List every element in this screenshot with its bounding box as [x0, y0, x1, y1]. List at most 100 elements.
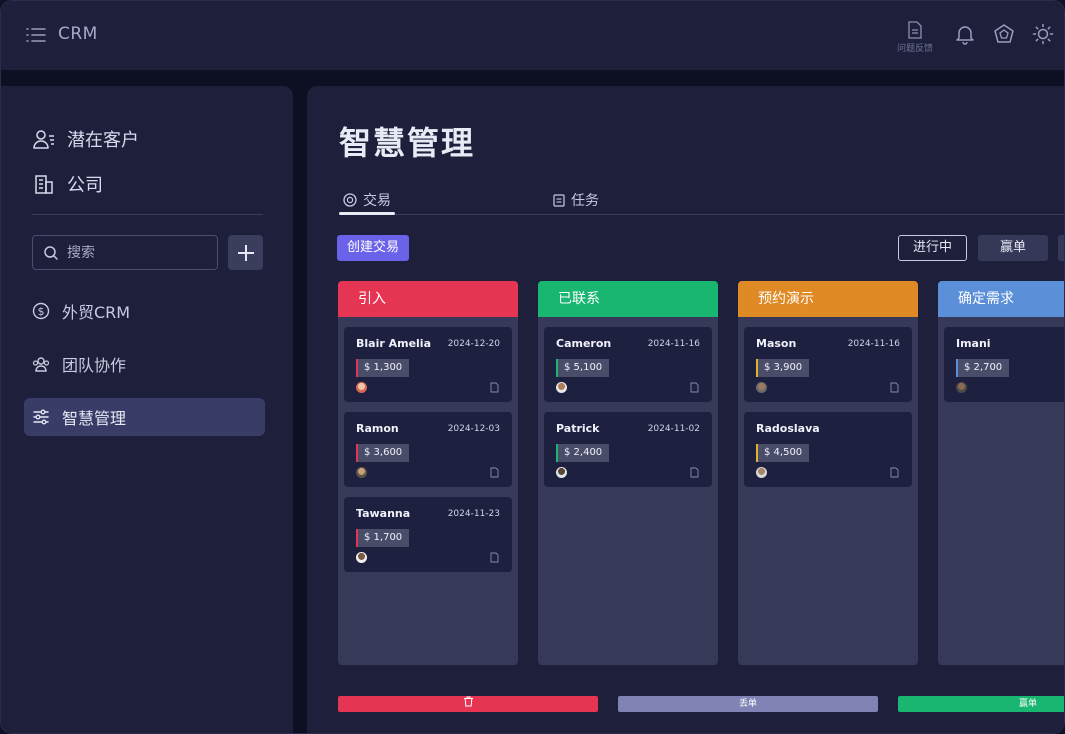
deal-name: Cameron	[556, 337, 612, 350]
feedback-label: 问题反馈	[896, 44, 933, 54]
top-bar: CRM 问题反馈	[1, 1, 1064, 70]
pipeline-column-demo: 预约演示 Mason 2024-11-16 $ 3,900 Radoslava …	[738, 281, 918, 665]
building-icon	[35, 175, 53, 194]
pipeline-column-requirements: 确定需求 Imani 20 $ 2,700	[938, 281, 1064, 665]
drop-zone-delete[interactable]	[338, 696, 598, 712]
sidebar-item-smart-management[interactable]: 智慧管理	[24, 398, 265, 436]
deal-name: Imani	[956, 337, 991, 350]
dollar-circle-icon: $	[32, 302, 50, 320]
page-title: 智慧管理	[339, 124, 476, 162]
tab-label: 交易	[363, 193, 391, 209]
deal-amount: $ 2,700	[956, 359, 1010, 377]
deal-card[interactable]: Radoslava $ 4,500	[744, 412, 912, 487]
deal-date: 2024-11-16	[847, 339, 900, 349]
column-header: 引入	[338, 281, 518, 317]
document-icon[interactable]	[490, 467, 499, 478]
deal-date: 2024-12-03	[447, 424, 500, 434]
create-deal-button[interactable]: 创建交易	[337, 235, 410, 261]
deal-card[interactable]: Blair Amelia 2024-12-20 $ 1,300	[344, 327, 512, 402]
deal-name: Blair Amelia	[356, 337, 432, 350]
column-header: 已联系	[538, 281, 718, 317]
plus-icon	[237, 244, 254, 261]
deal-amount: $ 1,700	[356, 529, 410, 547]
filter-in-progress[interactable]: 进行中	[898, 235, 967, 261]
deal-date: 2024-11-02	[647, 424, 700, 434]
avatar	[356, 552, 367, 563]
sidebar-link-label: 公司	[67, 175, 103, 196]
filter-more[interactable]	[1058, 235, 1064, 261]
column-header: 预约演示	[738, 281, 918, 317]
sidebar-link-label: 潜在客户	[67, 130, 139, 151]
add-button[interactable]	[228, 235, 263, 270]
app-window: CRM 问题反馈 潜在客户 公司 搜索 $ 外贸CRM 团队协作 智慧管理 智慧…	[0, 0, 1065, 734]
search-input[interactable]	[67, 244, 197, 261]
document-icon[interactable]	[690, 467, 699, 478]
deal-amount: $ 5,100	[556, 359, 610, 377]
deal-icon	[343, 193, 357, 207]
nav-label: 智慧管理	[62, 409, 127, 428]
main-panel: 智慧管理 交易 任务 创建交易 进行中 赢单 引入 Blair Amelia 2…	[307, 86, 1064, 733]
document-icon[interactable]	[690, 382, 699, 393]
document-icon	[908, 21, 922, 39]
avatar	[356, 467, 367, 478]
deal-date: 2024-11-23	[447, 509, 500, 519]
deal-amount: $ 1,300	[356, 359, 410, 377]
sidebar-link-company[interactable]: 公司	[33, 171, 103, 197]
deal-amount: $ 3,600	[356, 444, 410, 462]
deal-amount: $ 3,900	[756, 359, 810, 377]
drop-zone-won[interactable]: 赢单	[898, 696, 1064, 712]
theme-palette-icon[interactable]	[993, 23, 1015, 45]
clipboard-icon	[553, 194, 565, 207]
sidebar-link-leads[interactable]: 潜在客户	[33, 126, 139, 152]
avatar	[756, 467, 767, 478]
avatar	[556, 467, 567, 478]
pipeline-column-contacted: 已联系 Cameron 2024-11-16 $ 5,100 Patrick 2…	[538, 281, 718, 665]
avatar	[356, 382, 367, 393]
team-icon	[32, 357, 50, 372]
search-icon	[44, 245, 58, 260]
document-icon[interactable]	[490, 382, 499, 393]
search-box	[32, 235, 218, 270]
deal-date: 2024-12-20	[447, 339, 500, 349]
deal-card[interactable]: Mason 2024-11-16 $ 3,900	[744, 327, 912, 402]
app-title: CRM	[58, 24, 98, 44]
deal-card[interactable]: Imani 20 $ 2,700	[944, 327, 1064, 402]
active-tab-indicator	[339, 212, 395, 215]
deal-name: Mason	[756, 337, 797, 350]
svg-text:$: $	[38, 305, 45, 318]
deal-date: 2024-11-16	[647, 339, 700, 349]
column-header: 确定需求	[938, 281, 1064, 317]
avatar	[556, 382, 567, 393]
deal-card[interactable]: Patrick 2024-11-02 $ 2,400	[544, 412, 712, 487]
tab-tasks[interactable]: 任务	[553, 190, 599, 210]
deal-card[interactable]: Tawanna 2024-11-23 $ 1,700	[344, 497, 512, 572]
tab-label: 任务	[571, 193, 599, 209]
user-list-icon	[33, 130, 54, 149]
sun-icon[interactable]	[1032, 23, 1054, 45]
deal-name: Patrick	[556, 422, 600, 435]
nav-label: 外贸CRM	[62, 303, 131, 322]
document-icon[interactable]	[490, 552, 499, 563]
sidebar-item-foreign-trade-crm[interactable]: $ 外贸CRM	[24, 292, 265, 330]
document-icon[interactable]	[890, 467, 899, 478]
tabs-divider	[339, 214, 1064, 215]
avatar	[956, 382, 967, 393]
deal-amount: $ 2,400	[556, 444, 610, 462]
document-icon[interactable]	[890, 382, 899, 393]
feedback-button[interactable]: 问题反馈	[891, 21, 939, 54]
avatar	[756, 382, 767, 393]
deal-name: Tawanna	[356, 507, 411, 520]
deal-card[interactable]: Cameron 2024-11-16 $ 5,100	[544, 327, 712, 402]
sliders-icon	[33, 409, 49, 425]
tab-deals[interactable]: 交易	[343, 190, 391, 210]
drop-zone-lost[interactable]: 丢单	[618, 696, 878, 712]
trash-icon	[463, 696, 473, 707]
menu-icon[interactable]	[25, 25, 47, 45]
deal-card[interactable]: Ramon 2024-12-03 $ 3,600	[344, 412, 512, 487]
sidebar-item-team-collab[interactable]: 团队协作	[24, 345, 265, 383]
deal-amount: $ 4,500	[756, 444, 810, 462]
bell-icon[interactable]	[954, 23, 976, 45]
sidebar-divider	[32, 214, 263, 215]
nav-label: 团队协作	[62, 356, 127, 375]
filter-won[interactable]: 赢单	[978, 235, 1048, 261]
